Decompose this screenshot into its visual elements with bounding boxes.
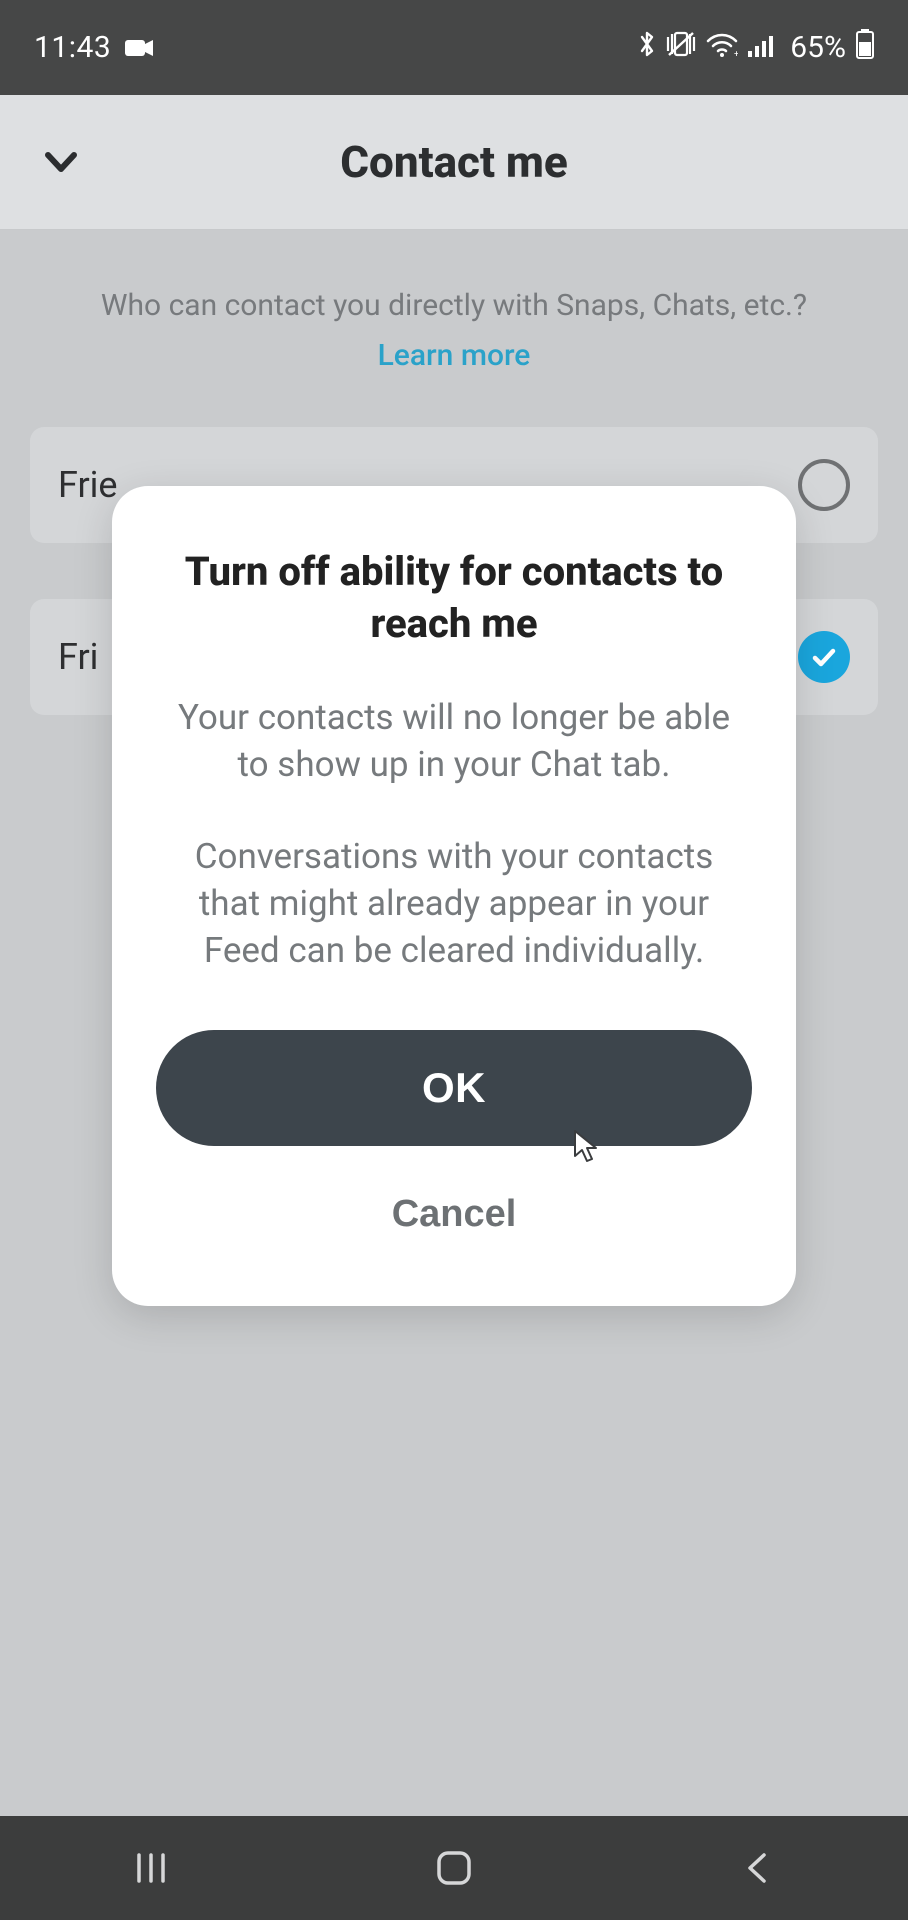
recents-button[interactable] (121, 1838, 181, 1898)
dialog-body: Your contacts will no longer be able to … (156, 694, 752, 974)
confirm-dialog: Turn off ability for contacts to reach m… (112, 486, 796, 1306)
system-nav (0, 1816, 908, 1920)
home-button[interactable] (424, 1838, 484, 1898)
dialog-body-2: Conversations with your contacts that mi… (166, 833, 742, 975)
dialog-body-1: Your contacts will no longer be able to … (166, 694, 742, 789)
dialog-title: Turn off ability for contacts to reach m… (156, 546, 752, 650)
ok-button[interactable]: OK (156, 1030, 752, 1146)
back-system-button[interactable] (727, 1838, 787, 1898)
cancel-button[interactable]: Cancel (156, 1166, 752, 1262)
